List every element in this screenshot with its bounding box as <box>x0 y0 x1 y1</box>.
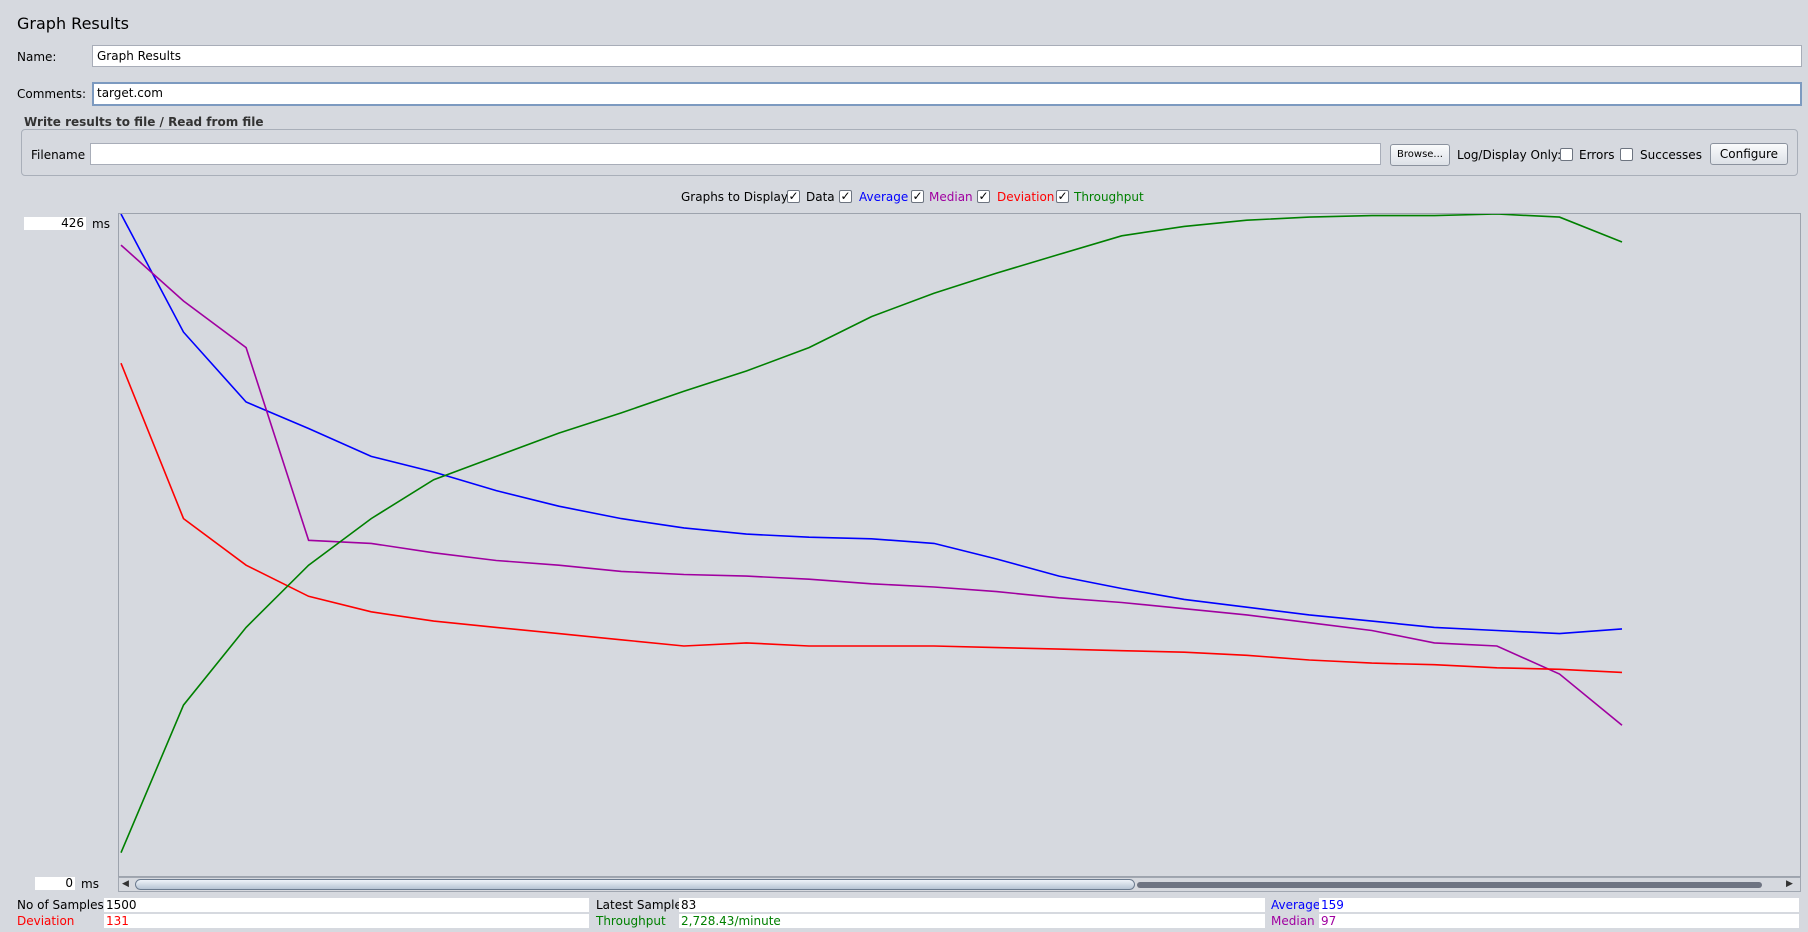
median-stat-value: 97 <box>1319 914 1799 928</box>
median-option-label: Median <box>929 190 973 204</box>
median-checkbox[interactable]: ✓ <box>911 190 924 203</box>
panel-title: Graph Results <box>17 14 129 33</box>
average-series-line <box>120 213 1623 635</box>
data-checkbox[interactable]: ✓ <box>787 190 800 203</box>
latest-sample-value: 83 <box>679 898 1265 912</box>
throughput-option-label: Throughput <box>1074 190 1144 204</box>
scrollbar-track <box>1137 882 1762 888</box>
samples-label: No of Samples <box>17 898 104 912</box>
results-graph <box>120 213 1623 854</box>
name-label: Name: <box>17 50 57 64</box>
comments-field[interactable]: target.com <box>92 82 1802 106</box>
average-option-label: Average <box>859 190 909 204</box>
name-field[interactable]: Graph Results <box>92 45 1802 67</box>
graphs-to-display-label: Graphs to Display <box>681 190 788 204</box>
deviation-checkbox[interactable]: ✓ <box>977 190 990 203</box>
graph-scrollbar[interactable]: ◀ ▶ <box>118 877 1801 892</box>
successes-label: Successes <box>1640 148 1702 162</box>
median-stat-label: Median <box>1271 914 1315 928</box>
graph-area <box>118 213 1801 877</box>
y-min-field: 0 <box>35 877 75 890</box>
errors-label: Errors <box>1579 148 1615 162</box>
scroll-right-icon[interactable]: ▶ <box>1786 878 1793 891</box>
y-max-field: 426 <box>24 217 86 230</box>
samples-value: 1500 <box>104 898 589 912</box>
filename-label: Filename <box>31 148 86 162</box>
successes-checkbox[interactable] <box>1620 148 1633 161</box>
browse-button[interactable]: Browse... <box>1390 144 1450 166</box>
deviation-stat-label: Deviation <box>17 914 75 928</box>
scroll-left-icon[interactable]: ◀ <box>122 878 129 891</box>
average-checkbox[interactable]: ✓ <box>839 190 852 203</box>
deviation-stat-value: 131 <box>104 914 589 928</box>
deviation-series-line <box>120 362 1623 674</box>
y-max-unit: ms <box>92 217 110 231</box>
filename-field[interactable] <box>90 143 1381 165</box>
y-min-unit: ms <box>81 877 99 891</box>
scrollbar-thumb[interactable] <box>135 879 1135 890</box>
latest-sample-label: Latest Sample <box>596 898 682 912</box>
data-option-label: Data <box>806 190 835 204</box>
log-display-only-label: Log/Display Only: <box>1457 148 1562 162</box>
file-group-title: Write results to file / Read from file <box>24 115 264 129</box>
comments-label: Comments: <box>17 87 87 101</box>
deviation-option-label: Deviation <box>997 190 1055 204</box>
configure-button[interactable]: Configure <box>1710 143 1788 165</box>
throughput-stat-label: Throughput <box>596 914 666 928</box>
throughput-series-line <box>120 213 1623 854</box>
throughput-stat-value: 2,728.43/minute <box>679 914 1265 928</box>
throughput-checkbox[interactable]: ✓ <box>1056 190 1069 203</box>
errors-checkbox[interactable] <box>1560 148 1573 161</box>
average-stat-value: 159 <box>1319 898 1799 912</box>
average-stat-label: Average <box>1271 898 1321 912</box>
